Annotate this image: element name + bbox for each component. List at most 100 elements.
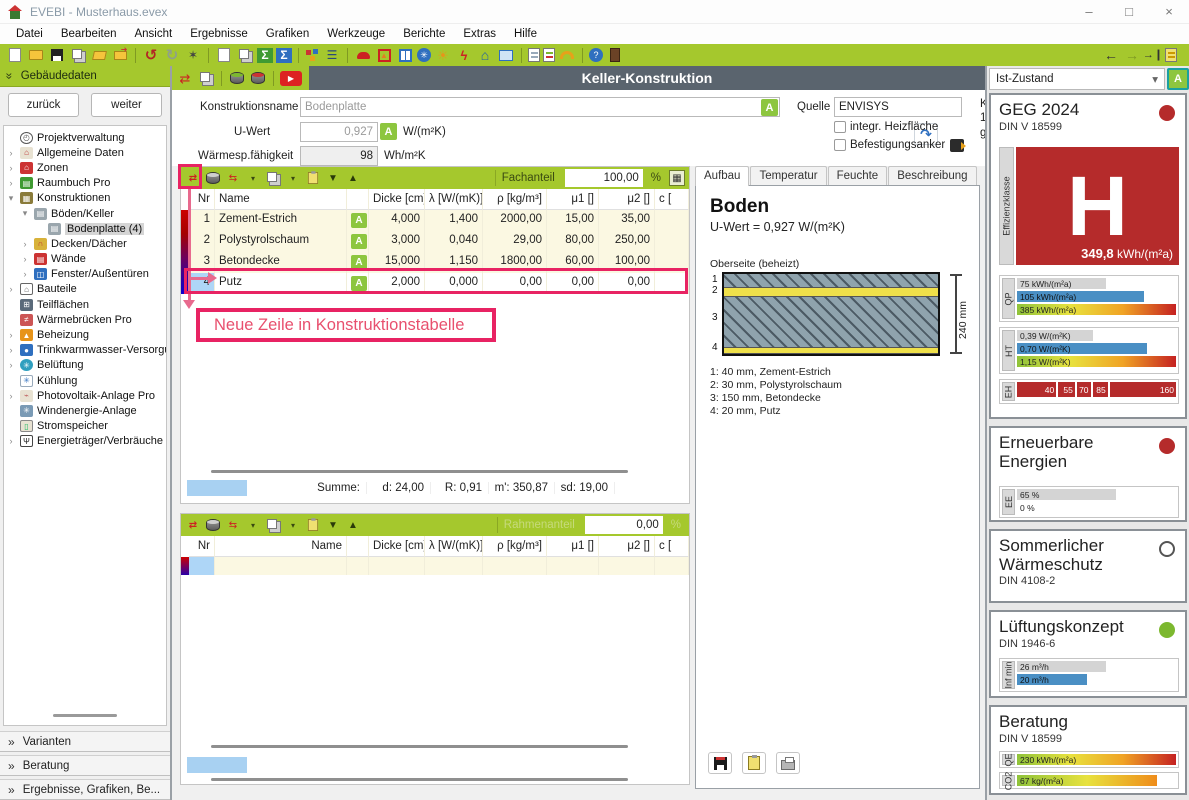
energy-pass-icon[interactable]	[543, 48, 555, 62]
db-layer-icon[interactable]	[205, 170, 221, 186]
copy-row-icon[interactable]	[265, 517, 281, 533]
row2-dicke[interactable]: 3,000	[369, 231, 425, 252]
name-field[interactable]: Bodenplatte	[300, 97, 780, 117]
open-folder-icon[interactable]	[27, 47, 45, 64]
panel-varianten[interactable]: »Varianten	[0, 731, 170, 752]
wand-icon[interactable]: ✶	[184, 47, 202, 64]
panel-ergebnisse[interactable]: »Ergebnisse, Grafiken, Be...	[0, 779, 170, 800]
calculator-icon[interactable]: ▦	[669, 170, 685, 186]
copy-clipboard-button[interactable]	[742, 752, 766, 774]
move-up-icon[interactable]: ▲	[345, 170, 361, 186]
list-icon[interactable]: ☰	[323, 47, 341, 64]
tree-item-beheizung[interactable]: ›▲Beheizung	[6, 327, 166, 342]
delete-dropdown-icon[interactable]: ▾	[245, 170, 261, 186]
row1-a-badge[interactable]: A	[347, 210, 369, 231]
heat-field[interactable]: 98	[300, 146, 378, 166]
red-cap-icon[interactable]	[354, 47, 372, 64]
house-cooling-icon[interactable]: ⌂	[476, 47, 494, 64]
copy-icon[interactable]	[69, 47, 87, 64]
menu-extras[interactable]: Extras	[455, 26, 504, 42]
insert-row-icon[interactable]: ⇄	[185, 517, 201, 533]
delete-row-icon[interactable]: ⇆	[225, 517, 241, 533]
export-icon[interactable]	[111, 47, 129, 64]
row2-rho[interactable]: 29,00	[483, 231, 547, 252]
db-layer-icon[interactable]	[205, 517, 221, 533]
menu-werkzeuge[interactable]: Werkzeuge	[319, 26, 393, 42]
tree-item-belueftung[interactable]: ›✳Belüftung	[6, 358, 166, 373]
move-up-icon[interactable]: ▲	[345, 517, 361, 533]
tab-feuchte[interactable]: Feuchte	[828, 166, 888, 186]
undo-icon[interactable]: ↺	[142, 47, 160, 64]
tree-item-teilflaechen[interactable]: ⊞Teilflächen	[6, 297, 166, 312]
sidebar-header[interactable]: » Gebäudedaten	[0, 66, 170, 87]
tree-item-photovoltaik[interactable]: ›⌁Photovoltaik-Anlage Pro	[6, 388, 166, 403]
frame-row-nr[interactable]	[189, 557, 215, 575]
new-file-icon[interactable]	[6, 47, 24, 64]
tree-item-fenster[interactable]: ›◫Fenster/Außentüren	[6, 267, 166, 282]
tree-item-trinkwarmwasser[interactable]: ›●Trinkwarmwasser-Versorgur	[6, 343, 166, 358]
rahmenanteil-field[interactable]: 0,00	[585, 516, 663, 534]
tab-temperatur[interactable]: Temperatur	[750, 166, 826, 186]
compare-docs-icon[interactable]	[236, 47, 254, 64]
menu-ergebnisse[interactable]: Ergebnisse	[182, 26, 256, 42]
sun-icon[interactable]: ☀	[434, 47, 452, 64]
save-icon[interactable]	[48, 47, 66, 64]
import-icon[interactable]	[90, 47, 108, 64]
minimize-button[interactable]: –	[1069, 0, 1109, 24]
quelle-field[interactable]: ENVISYS	[834, 97, 962, 117]
sum-green-icon[interactable]: Σ	[257, 48, 273, 63]
nav-exit-icon[interactable]: →❙	[1144, 47, 1162, 64]
tree-item-energietraeger[interactable]: ›ΨEnergieträger/Verbräuche	[6, 434, 166, 449]
tree-item-stromspeicher[interactable]: ▯Stromspeicher	[6, 419, 166, 434]
next-button[interactable]: weiter	[91, 93, 162, 117]
row1-dicke[interactable]: 4,000	[369, 210, 425, 231]
copy-construction-icon[interactable]	[197, 70, 215, 87]
edit-layer-icon[interactable]	[305, 170, 321, 186]
row1-rho[interactable]: 2000,00	[483, 210, 547, 231]
anker-checkbox[interactable]: Befestigungsanker	[834, 139, 945, 151]
row1-mu1[interactable]: 15,00	[547, 210, 599, 231]
row2-lambda[interactable]: 0,040	[425, 231, 483, 252]
heating-icon[interactable]: ▲	[375, 47, 393, 64]
database-green-icon[interactable]	[228, 70, 246, 87]
menu-bearbeiten[interactable]: Bearbeiten	[53, 26, 125, 42]
back-button[interactable]: zurück	[8, 93, 79, 117]
sum-blue-icon[interactable]: Σ	[276, 48, 292, 63]
mode-a-badge[interactable]: A	[1167, 68, 1189, 90]
copy-dropdown-icon[interactable]: ▾	[285, 517, 301, 533]
row2-nr[interactable]: 2	[189, 231, 215, 252]
redo-icon[interactable]: ↻	[163, 47, 181, 64]
energy-arc-icon[interactable]	[558, 47, 576, 64]
menu-grafiken[interactable]: Grafiken	[258, 26, 317, 42]
fachanteil-field[interactable]: 100,00	[565, 169, 643, 187]
tree-item-decken-daecher[interactable]: ›∩Decken/Dächer	[6, 236, 166, 251]
uwert-field[interactable]: 0,927	[300, 122, 378, 142]
panel-beratung[interactable]: »Beratung	[0, 755, 170, 776]
delete-row-icon[interactable]: ⇆	[225, 170, 241, 186]
menu-hilfe[interactable]: Hilfe	[506, 26, 545, 42]
nav-forward-icon[interactable]: →	[1123, 47, 1141, 64]
tree-item-allgemeine-daten[interactable]: ›⌂Allgemeine Daten	[6, 145, 166, 160]
tree-item-waende[interactable]: ›▤Wände	[6, 252, 166, 267]
row1-nr[interactable]: 1	[189, 210, 215, 231]
close-button[interactable]: ×	[1149, 0, 1189, 24]
print-button[interactable]	[776, 752, 800, 774]
tree-item-kuehlung[interactable]: ✳Kühlung	[6, 373, 166, 388]
tab-beschreibung[interactable]: Beschreibung	[888, 166, 976, 186]
copy-row-icon[interactable]	[265, 170, 281, 186]
nav-back-icon[interactable]: ←	[1102, 47, 1120, 64]
window-construction-icon[interactable]	[396, 47, 414, 64]
notes-icon[interactable]	[1165, 48, 1177, 62]
move-down-icon[interactable]: ▼	[325, 517, 341, 533]
row2-mu1[interactable]: 80,00	[547, 231, 599, 252]
electricity-icon[interactable]: ϟ	[455, 47, 473, 64]
copy-dropdown-icon[interactable]: ▾	[285, 170, 301, 186]
row2-a-badge[interactable]: A	[347, 231, 369, 252]
report-icon[interactable]	[528, 48, 540, 62]
tree-item-boeden-keller[interactable]: ▾▤Böden/Keller	[6, 206, 166, 221]
ac-unit-icon[interactable]	[497, 47, 515, 64]
row1-mu2[interactable]: 35,00	[599, 210, 655, 231]
tree-scroll-thumb[interactable]	[53, 714, 118, 717]
hscroll-thumb2[interactable]	[211, 778, 628, 781]
tab-aufbau[interactable]: Aufbau	[695, 166, 749, 186]
